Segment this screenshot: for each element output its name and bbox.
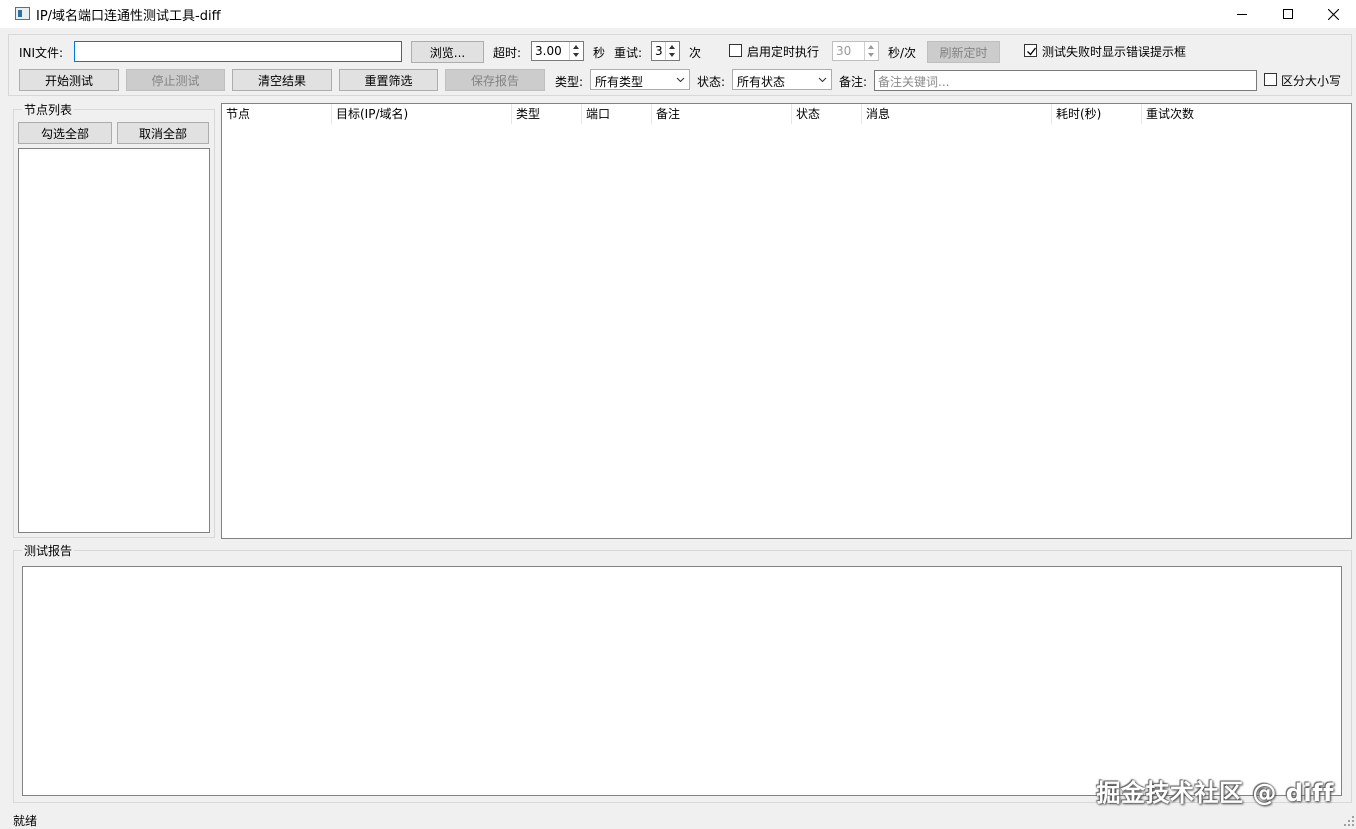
- column-header[interactable]: 节点: [222, 104, 332, 124]
- status-bar-text: 就绪: [13, 814, 38, 828]
- column-header[interactable]: 状态: [792, 104, 862, 124]
- column-header[interactable]: 类型: [512, 104, 582, 124]
- resize-grip-icon[interactable]: [1344, 816, 1354, 826]
- status-filter-select[interactable]: 所有状态: [732, 69, 832, 90]
- chevron-down-icon: [818, 77, 827, 83]
- type-filter-select[interactable]: 所有类型: [590, 69, 690, 90]
- minimize-button[interactable]: [1219, 0, 1265, 28]
- type-filter-label: 类型:: [555, 75, 584, 89]
- schedule-checkbox-label: 启用定时执行: [747, 45, 820, 59]
- timeout-unit: 秒: [593, 46, 606, 60]
- column-header[interactable]: 端口: [582, 104, 652, 124]
- timeout-spinbox[interactable]: 3.00: [531, 41, 584, 61]
- report-title: 测试报告: [22, 542, 75, 559]
- ini-file-label: INI文件:: [19, 46, 64, 60]
- refresh-schedule-button[interactable]: 刷新定时: [927, 41, 1000, 63]
- note-filter-label: 备注:: [839, 75, 868, 89]
- note-filter-input[interactable]: 备注关键词...: [874, 70, 1257, 91]
- reset-filter-button[interactable]: 重置筛选: [339, 69, 438, 91]
- column-header[interactable]: 目标(IP/域名): [332, 104, 512, 124]
- case-sensitive-checkbox[interactable]: [1264, 73, 1277, 86]
- case-sensitive-label: 区分大小写: [1281, 74, 1342, 88]
- schedule-interval-value: 30: [836, 44, 852, 58]
- window-title: IP/域名端口连通性测试工具-diff: [36, 9, 221, 24]
- column-header[interactable]: 消息: [862, 104, 1052, 124]
- spin-arrows-icon[interactable]: [864, 42, 878, 60]
- type-filter-value: 所有类型: [595, 75, 644, 89]
- deselect-all-button[interactable]: 取消全部: [117, 122, 209, 144]
- retry-label: 重试:: [614, 46, 643, 60]
- timeout-label: 超时:: [493, 46, 522, 60]
- ini-file-input[interactable]: [74, 41, 402, 62]
- close-button[interactable]: [1310, 0, 1356, 28]
- results-table[interactable]: 节点 目标(IP/域名) 类型 端口 备注 状态 消息 耗时(秒) 重试次数: [221, 103, 1352, 539]
- node-list-title: 节点列表: [22, 101, 75, 118]
- note-filter-placeholder: 备注关键词...: [878, 75, 950, 89]
- column-header[interactable]: 备注: [652, 104, 792, 124]
- start-test-button[interactable]: 开始测试: [19, 69, 119, 91]
- show-error-checkbox-label: 测试失败时显示错误提示框: [1042, 45, 1187, 59]
- checkmark-icon: [1027, 47, 1037, 56]
- retry-spinbox[interactable]: 3: [651, 41, 680, 61]
- status-filter-label: 状态:: [697, 75, 726, 89]
- schedule-unit: 秒/次: [888, 46, 917, 60]
- close-icon: [1327, 8, 1339, 20]
- status-filter-value: 所有状态: [737, 75, 786, 89]
- maximize-button[interactable]: [1265, 0, 1311, 28]
- browse-button[interactable]: 浏览...: [411, 41, 484, 63]
- node-list[interactable]: [18, 148, 210, 533]
- spin-arrows-icon[interactable]: [665, 42, 679, 60]
- column-header[interactable]: 重试次数: [1142, 104, 1351, 124]
- retry-unit: 次: [689, 46, 702, 60]
- app-icon: [15, 7, 30, 20]
- schedule-interval-spinbox[interactable]: 30: [832, 41, 879, 61]
- clear-results-button[interactable]: 清空结果: [232, 69, 332, 91]
- retry-value: 3: [655, 44, 663, 58]
- report-textarea[interactable]: [22, 566, 1342, 796]
- show-error-checkbox[interactable]: [1024, 44, 1037, 57]
- spin-arrows-icon[interactable]: [569, 42, 583, 60]
- minimize-icon: [1237, 14, 1247, 15]
- select-all-button[interactable]: 勾选全部: [18, 122, 112, 144]
- column-header[interactable]: 耗时(秒): [1052, 104, 1142, 124]
- title-bar: IP/域名端口连通性测试工具-diff: [0, 0, 1356, 28]
- stop-test-button[interactable]: 停止测试: [126, 69, 225, 91]
- save-report-button[interactable]: 保存报告: [445, 69, 545, 91]
- maximize-icon: [1283, 9, 1293, 19]
- timeout-value: 3.00: [535, 44, 562, 58]
- chevron-down-icon: [676, 77, 685, 83]
- schedule-checkbox[interactable]: [729, 44, 742, 57]
- watermark: 掘金技术社区 @ diff: [1096, 779, 1334, 807]
